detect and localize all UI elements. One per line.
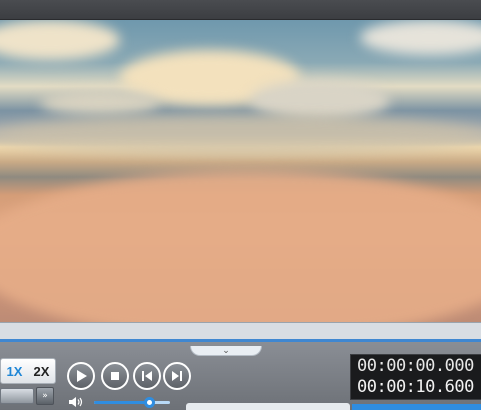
play-icon bbox=[77, 370, 87, 382]
total-time: 00:00:10.600 bbox=[357, 377, 474, 397]
speed-2x-button[interactable]: 2X bbox=[28, 359, 55, 383]
fast-forward-group: » bbox=[0, 387, 58, 405]
cloud-shape bbox=[360, 20, 481, 55]
title-bar bbox=[0, 0, 481, 20]
previous-icon bbox=[142, 371, 152, 381]
stop-icon bbox=[111, 372, 119, 380]
stop-button[interactable] bbox=[101, 362, 129, 390]
fast-forward-icon: » bbox=[42, 391, 48, 401]
previous-button[interactable] bbox=[133, 362, 161, 390]
cloud-shape bbox=[0, 170, 481, 322]
speed-selector: 1X 2X bbox=[0, 358, 56, 384]
seek-bar[interactable] bbox=[0, 322, 481, 343]
cloud-shape bbox=[40, 90, 160, 115]
volume-fill bbox=[94, 401, 149, 404]
next-icon bbox=[172, 371, 182, 381]
play-button[interactable] bbox=[67, 362, 95, 390]
video-viewport[interactable] bbox=[0, 20, 481, 322]
time-display: 00:00:00.000 00:00:10.600 bbox=[350, 354, 481, 400]
progress-accent bbox=[352, 404, 481, 410]
cloud-shape bbox=[250, 80, 390, 120]
step-slider[interactable] bbox=[0, 388, 34, 404]
next-button[interactable] bbox=[163, 362, 191, 390]
cloud-shape bbox=[0, 20, 120, 60]
current-time: 00:00:00.000 bbox=[357, 356, 474, 376]
status-strip bbox=[186, 403, 350, 410]
speed-1x-button[interactable]: 1X bbox=[1, 359, 28, 383]
volume-thumb[interactable] bbox=[143, 397, 155, 408]
speaker-icon[interactable] bbox=[68, 396, 84, 408]
fast-forward-button[interactable]: » bbox=[36, 387, 54, 405]
chevron-down-icon: ⌄ bbox=[222, 345, 230, 356]
volume-slider[interactable] bbox=[94, 401, 170, 404]
cloud-shape bbox=[0, 115, 481, 155]
collapse-handle[interactable]: ⌄ bbox=[190, 346, 262, 356]
